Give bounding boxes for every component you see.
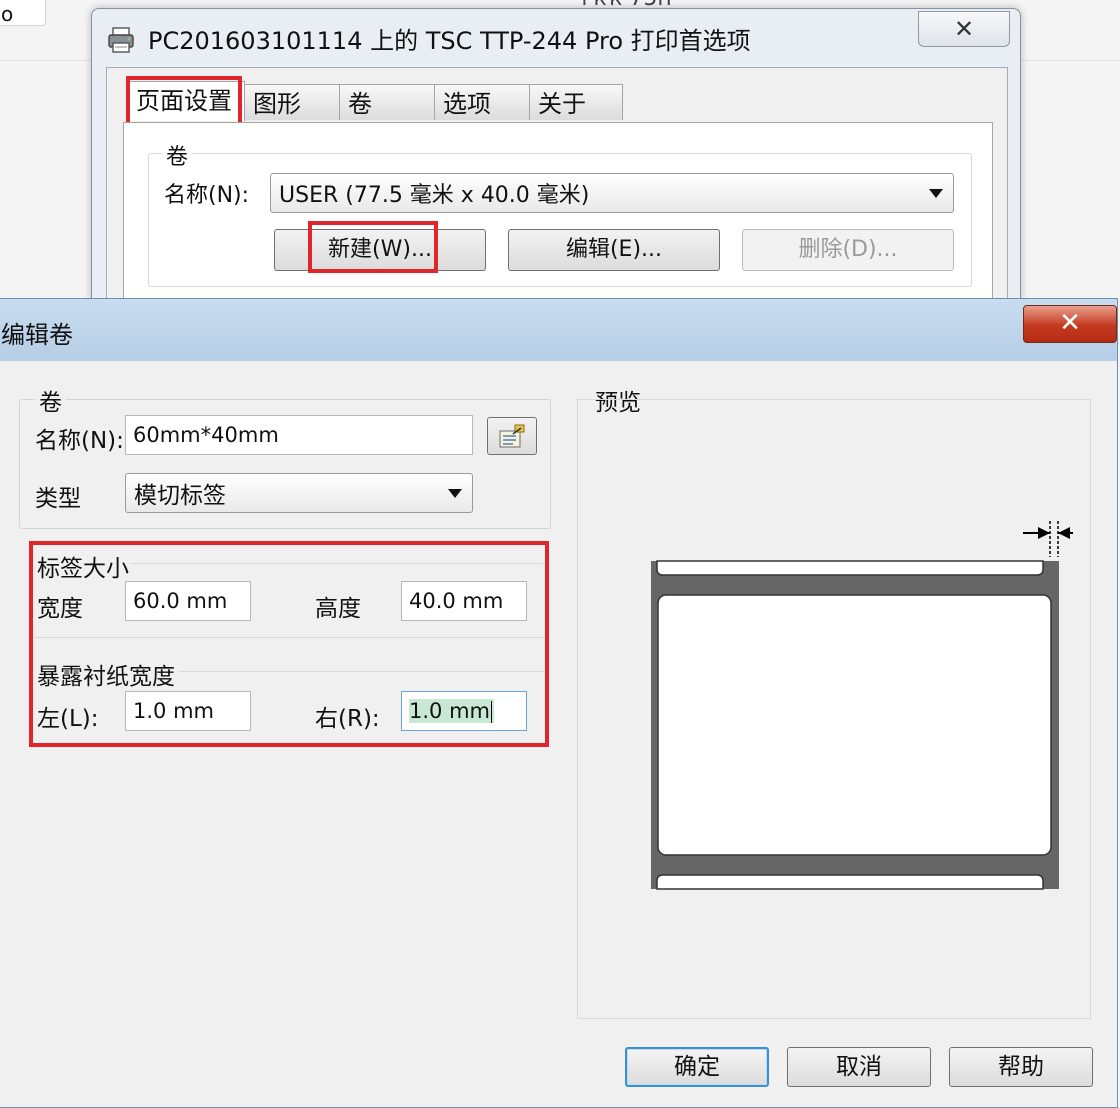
edit-roll-dialog: 编辑卷 ✕ 卷 名称(N): 60mm*40mm 类型 模切标签 标签大小 宽度… [0, 298, 1118, 1108]
label-bottom-partial [656, 874, 1044, 890]
dialog-titlebar: 编辑卷 ✕ [0, 299, 1117, 361]
type-label: 类型 [35, 486, 81, 512]
roll-name-value: 60mm*40mm [133, 423, 279, 447]
name-label: 名称(N): [35, 428, 124, 454]
printer-preferences-window: PC201603101114 上的 TSC TTP-244 Pro 打印首选项 … [91, 8, 1021, 338]
roll-name-dropdown[interactable]: USER (77.5 毫米 x 40.0 毫米) [270, 173, 954, 213]
highlight-size-settings [29, 541, 549, 747]
label-preview [651, 521, 1073, 890]
roll-name-input[interactable]: 60mm*40mm [125, 415, 473, 455]
browse-button[interactable] [487, 417, 537, 455]
tab-about[interactable]: 关于 [529, 84, 623, 120]
cancel-button[interactable]: 取消 [787, 1047, 931, 1087]
chevron-down-icon [448, 489, 462, 498]
highlight-new-button [308, 221, 438, 273]
help-button[interactable]: 帮助 [949, 1047, 1093, 1087]
ok-button[interactable]: 确定 [625, 1047, 769, 1087]
label-main [657, 594, 1052, 856]
label-top-partial [656, 560, 1044, 576]
close-button[interactable]: ✕ [918, 11, 1010, 47]
name-label: 名称(N): [164, 183, 250, 208]
edit-roll-button[interactable]: 编辑(E)... [508, 229, 720, 271]
chevron-down-icon [929, 189, 943, 198]
close-icon: ✕ [1059, 308, 1081, 338]
roll-group-label: 卷 [162, 139, 193, 171]
close-icon: ✕ [953, 15, 975, 43]
properties-icon [499, 424, 525, 448]
preferences-client-area: 页面设置 图形 卷 选项 关于 卷 名称(N): USER (77.5 毫米 x… [106, 67, 1008, 338]
tab-graphics[interactable]: 图形 [244, 84, 340, 120]
window-title: PC201603101114 上的 TSC TTP-244 Pro 打印首选项 [148, 27, 751, 55]
type-value: 模切标签 [134, 483, 226, 509]
background-button: o [0, 0, 46, 26]
dialog-title: 编辑卷 [1, 321, 73, 349]
printer-icon [108, 27, 134, 53]
delete-roll-button[interactable]: 删除(D)... [742, 229, 954, 271]
tab-roll[interactable]: 卷 [339, 84, 435, 120]
roll-group-label: 卷 [35, 383, 66, 417]
close-button[interactable]: ✕ [1023, 305, 1117, 343]
right-margin-indicator-icon [1023, 521, 1073, 557]
type-dropdown[interactable]: 模切标签 [125, 473, 473, 513]
tab-options[interactable]: 选项 [434, 84, 530, 120]
roll-name-value: USER (77.5 毫米 x 40.0 毫米) [279, 183, 590, 208]
